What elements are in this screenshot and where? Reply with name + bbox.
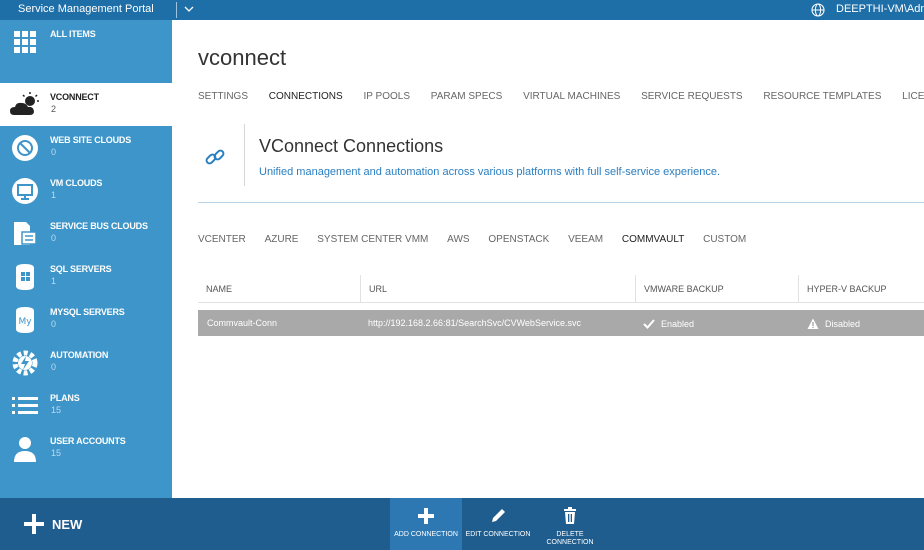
sidebar-item-label: AUTOMATION [50,350,109,360]
cell-vmware-backup: Enabled [643,318,694,330]
gear-lightning-icon [12,350,38,376]
sidebar-item-count: 1 [51,190,57,200]
delete-connection-button[interactable]: DELETE CONNECTION [534,498,606,550]
user-icon [14,437,36,462]
hyperv-status-text: Disabled [825,319,861,329]
sidebar-item-count: 0 [51,233,57,243]
delete-connection-label: DELETE CONNECTION [546,531,594,546]
tab-license[interactable]: LICENSE [902,91,924,102]
vmware-status-text: Enabled [661,319,695,329]
tab-service-requests[interactable]: SERVICE REQUESTS [641,91,743,102]
monitor-icon [12,178,38,204]
sidebar-item-vm-clouds[interactable]: VM CLOUDS 1 [0,169,172,212]
sidebar-item-count: 0 [51,319,57,329]
cell-hyperv-backup: Disabled [807,318,860,330]
grid-header: NAME URL VMWARE BACKUP HYPER-V BACKUP [198,275,924,303]
sidebar-item-label: VM CLOUDS [50,178,103,188]
cell-url: http://192.168.2.66:81/SearchSvc/CVWebSe… [368,318,581,328]
top-bar: Service Management Portal DEEPTHI-VM\Adm [0,0,924,20]
sidebar-item-automation[interactable]: AUTOMATION 0 [0,341,172,384]
sidebar-item-label: USER ACCOUNTS [50,436,126,446]
sidebar: ALL ITEMS VCONNECT 2 WEB SITE CLOUDS 0 V… [0,20,172,498]
add-connection-label: ADD CONNECTION [394,531,458,538]
sidebar-item-label: MYSQL SERVERS [50,307,125,317]
platform-tab-bar: VCENTER AZURE SYSTEM CENTER VMM AWS OPEN… [198,234,762,245]
column-header-url[interactable]: URL [360,275,635,303]
page-title: vconnect [198,45,287,70]
sidebar-item-count: 1 [51,276,57,286]
subtab-custom[interactable]: CUSTOM [703,234,746,245]
sidebar-item-all-items[interactable]: ALL ITEMS [0,20,172,63]
list-icon [12,397,38,414]
sidebar-item-sql-servers[interactable]: SQL SERVERS 1 [0,255,172,298]
tab-bar: SETTINGS CONNECTIONS IP POOLS PARAM SPEC… [198,91,924,105]
subtab-aws[interactable]: AWS [447,234,469,245]
tab-ip-pools[interactable]: IP POOLS [363,91,410,102]
sidebar-item-user-accounts[interactable]: USER ACCOUNTS 15 [0,427,172,470]
sidebar-item-count: 0 [51,147,57,157]
warning-icon [807,318,819,329]
subtab-system-center-vmm[interactable]: SYSTEM CENTER VMM [317,234,428,245]
subtab-vcenter[interactable]: VCENTER [198,234,246,245]
pencil-icon [492,509,505,522]
grid-icon [14,31,36,53]
service-bus-icon [14,222,37,245]
column-header-hyperv-backup[interactable]: HYPER-V BACKUP [798,275,924,303]
add-connection-button[interactable]: ADD CONNECTION [390,498,462,550]
cell-name: Commvault-Conn [207,318,278,328]
subtab-openstack[interactable]: OPENSTACK [488,234,549,245]
sidebar-item-count: 15 [51,405,62,415]
database-icon [16,264,34,290]
column-header-vmware-backup[interactable]: VMWARE BACKUP [635,275,798,303]
banner-divider [244,124,245,186]
check-icon [643,319,655,329]
sidebar-item-label: WEB SITE CLOUDS [50,135,132,145]
tab-virtual-machines[interactable]: VIRTUAL MACHINES [523,91,620,102]
chevron-down-icon[interactable] [184,2,194,16]
sidebar-item-label: SERVICE BUS CLOUDS [50,221,148,231]
sidebar-item-count: 0 [51,362,57,372]
sidebar-item-service-bus-clouds[interactable]: SERVICE BUS CLOUDS 0 [0,212,172,255]
link-icon [205,149,225,165]
column-header-name[interactable]: NAME [198,275,360,303]
sidebar-item-label: VCONNECT [50,92,99,102]
tab-settings[interactable]: SETTINGS [198,91,248,102]
sidebar-item-mysql-servers[interactable]: My MYSQL SERVERS 0 [0,298,172,341]
mysql-icon: My [16,307,34,333]
sidebar-item-label: PLANS [50,393,80,403]
plus-icon [24,514,44,534]
subtab-azure[interactable]: AZURE [265,234,299,245]
sidebar-item-plans[interactable]: PLANS 15 [0,384,172,427]
banner-title: VConnect Connections [259,136,444,156]
subtab-commvault[interactable]: COMMVAULT [622,234,684,245]
edit-connection-label: EDIT CONNECTION [465,531,531,538]
command-bar: NEW ADD CONNECTION EDIT CONNECTION DELET… [0,498,924,550]
connections-banner: VConnect Connections Unified management … [198,124,924,198]
main-content: vconnect SETTINGS CONNECTIONS IP POOLS P… [172,20,924,498]
title-separator [176,2,177,18]
globe-icon[interactable] [811,3,825,17]
plus-icon [418,508,434,524]
user-name[interactable]: DEEPTHI-VM\Adm [836,3,924,15]
table-row[interactable]: Commvault-Conn http://192.168.2.66:81/Se… [198,310,924,336]
banner-subtitle: Unified management and automation across… [259,166,720,178]
edit-connection-button[interactable]: EDIT CONNECTION [462,498,534,550]
portal-title[interactable]: Service Management Portal [18,3,154,15]
sidebar-item-count: 2 [51,104,57,114]
svg-text:My: My [18,317,32,327]
tab-resource-templates[interactable]: RESOURCE TEMPLATES [763,91,881,102]
tab-connections[interactable]: CONNECTIONS [269,91,343,102]
sidebar-item-label: ALL ITEMS [50,29,96,39]
sidebar-item-web-site-clouds[interactable]: WEB SITE CLOUDS 0 [0,126,172,169]
tab-param-specs[interactable]: PARAM SPECS [431,91,503,102]
sidebar-item-count: 15 [51,448,62,458]
new-button-label: NEW [52,517,83,532]
subtab-veeam[interactable]: VEEAM [568,234,603,245]
sidebar-item-vconnect[interactable]: VCONNECT 2 [0,83,172,126]
section-divider [198,202,924,203]
trash-icon [564,507,576,524]
sidebar-item-label: SQL SERVERS [50,264,112,274]
globe-icon [12,135,38,161]
cloud-sun-icon [10,92,39,115]
